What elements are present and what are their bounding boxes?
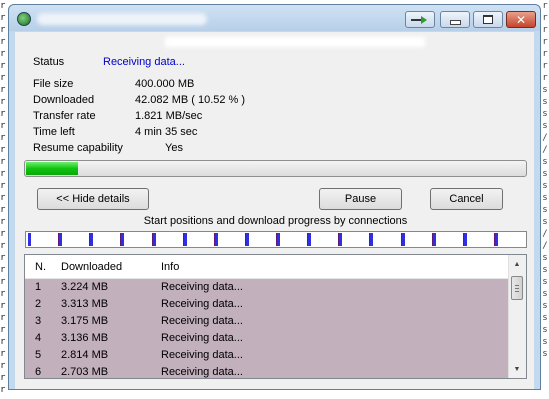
download-panel-button[interactable]	[405, 11, 435, 28]
window-title	[37, 13, 207, 25]
row-info: Receiving data...	[161, 281, 243, 293]
pause-button[interactable]: Pause	[319, 188, 402, 210]
connection-progress-segment	[121, 233, 124, 246]
background-page-right: r r r r r r r s s s s / / s s s s s s / / s s s s s s s s s	[542, 1, 548, 359]
transfer-rate-value: 1.821 MB/sec	[135, 110, 203, 122]
table-row[interactable]: 3 3.175 MB Receiving data...	[25, 313, 509, 330]
scroll-down-icon[interactable]: ▼	[509, 361, 525, 377]
row-downloaded: 2.703 MB	[61, 366, 109, 378]
row-number: 4	[35, 332, 42, 344]
row-number: 6	[35, 366, 42, 378]
row-info: Receiving data...	[161, 366, 243, 378]
connection-progress-segment	[246, 233, 249, 246]
row-downloaded: 3.136 MB	[61, 332, 109, 344]
connection-progress-segment	[184, 233, 187, 246]
table-row[interactable]: 1 3.224 MB Receiving data...	[25, 279, 509, 296]
table-row[interactable]: 5 2.814 MB Receiving data...	[25, 347, 509, 364]
row-downloaded: 2.814 MB	[61, 349, 109, 361]
column-header-number[interactable]: N.	[35, 261, 46, 273]
connections-table: N. Downloaded Info 1 3.224 MB Receiving da…	[24, 254, 527, 379]
time-left-label: Time left	[33, 126, 75, 138]
minimize-button[interactable]	[440, 11, 470, 28]
table-row[interactable]: 2 3.313 MB Receiving data...	[25, 296, 509, 313]
connection-progress-segment	[495, 233, 498, 246]
downloaded-value: 42.082 MB ( 10.52 % )	[135, 94, 246, 106]
close-icon: ✕	[515, 12, 527, 27]
row-number: 3	[35, 315, 42, 327]
connections-caption: Start positions and download progress by…	[143, 215, 408, 227]
connection-progress-segment	[215, 233, 218, 246]
file-size-value: 400.000 MB	[135, 78, 195, 90]
title-bar[interactable]: ✕	[9, 5, 540, 31]
row-number: 5	[35, 349, 42, 361]
row-downloaded: 3.175 MB	[61, 315, 109, 327]
column-header-downloaded[interactable]: Downloaded	[61, 261, 122, 273]
hide-details-button[interactable]: << Hide details	[37, 188, 149, 210]
column-header-info[interactable]: Info	[161, 261, 179, 273]
connection-progress-segment	[28, 233, 31, 246]
row-info: Receiving data...	[161, 332, 243, 344]
connection-progress-segment	[402, 233, 405, 246]
maximize-icon	[483, 15, 493, 24]
resume-capability-label: Resume capability	[33, 142, 123, 154]
download-dialog: ✕ Status Receiving data... File size 400…	[8, 4, 541, 390]
table-body: 1 3.224 MB Receiving data... 2 3.313 MB Recei…	[25, 279, 509, 378]
connection-progress-segment	[433, 233, 436, 246]
download-url	[165, 37, 425, 47]
download-progress-fill	[26, 162, 78, 175]
download-progress-bar	[24, 160, 527, 177]
cancel-button[interactable]: Cancel	[430, 188, 503, 210]
connection-progress-segment	[277, 233, 280, 246]
connection-progress-segment	[90, 233, 93, 246]
status-value: Receiving data...	[103, 56, 185, 68]
table-row[interactable]: 4 3.136 MB Receiving data...	[25, 330, 509, 347]
table-scrollbar[interactable]: ▲ ▼	[508, 255, 526, 378]
download-arrow-icon	[411, 15, 427, 24]
connection-progress-segment	[339, 233, 342, 246]
connections-progress-bar	[25, 231, 527, 248]
minimize-icon	[449, 19, 461, 25]
background-page-left: rrrrrrrrrrrrrrrrrrrrrrrrrrrrrrrrr	[0, 1, 6, 395]
row-number: 2	[35, 298, 42, 310]
connection-progress-segment	[308, 233, 311, 246]
connection-progress-segment	[153, 233, 156, 246]
time-left-value: 4 min 35 sec	[135, 126, 198, 138]
row-info: Receiving data...	[161, 298, 243, 310]
download-manager-icon	[17, 12, 31, 26]
downloaded-label: Downloaded	[33, 94, 95, 106]
close-button[interactable]: ✕	[506, 11, 536, 28]
row-info: Receiving data...	[161, 349, 243, 361]
scrollbar-thumb[interactable]	[511, 276, 523, 300]
row-number: 1	[35, 281, 42, 293]
table-row[interactable]: 6 2.703 MB Receiving data...	[25, 364, 509, 378]
maximize-button[interactable]	[473, 11, 503, 28]
row-downloaded: 3.313 MB	[61, 298, 109, 310]
connection-progress-segment	[464, 233, 467, 246]
connection-progress-segment	[59, 233, 62, 246]
scroll-up-icon[interactable]: ▲	[509, 256, 525, 272]
row-info: Receiving data...	[161, 315, 243, 327]
transfer-rate-label: Transfer rate	[33, 110, 96, 122]
row-downloaded: 3.224 MB	[61, 281, 109, 293]
status-label: Status	[33, 56, 65, 68]
connection-progress-segment	[370, 233, 373, 246]
file-size-label: File size	[33, 78, 74, 90]
dialog-body: Status Receiving data... File size 400.0…	[15, 32, 534, 389]
table-header: N. Downloaded Info	[25, 255, 509, 279]
resume-capability-value: Yes	[165, 142, 183, 154]
